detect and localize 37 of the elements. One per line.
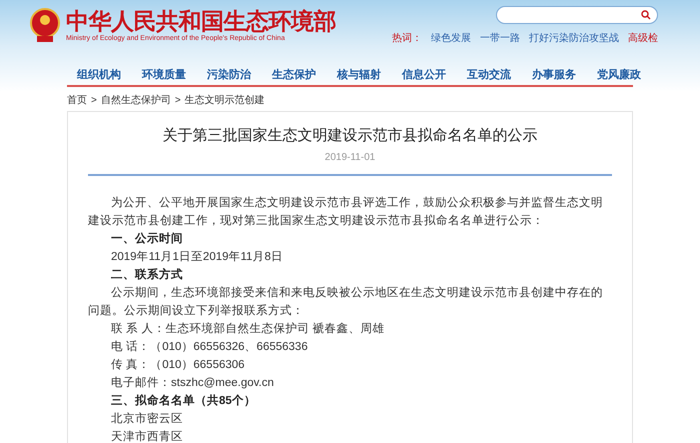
section-heading: 三、拟命名名单（共85个） bbox=[110, 393, 257, 409]
nav-link[interactable]: 信息公开 bbox=[402, 68, 446, 82]
article-paragraph: 联 系 人：生态环境部自然生态保护司 褫春鑫、周雄 bbox=[110, 321, 386, 337]
article-paragraph: 北京市密云区 bbox=[110, 411, 184, 427]
hot-word-link[interactable]: 绿色发展 bbox=[431, 33, 471, 45]
breadcrumb-link[interactable]: 首页 bbox=[67, 92, 87, 108]
breadcrumb-link[interactable]: 自然生态保护司 bbox=[100, 92, 171, 108]
nav-link[interactable]: 互动交流 bbox=[467, 68, 511, 82]
nav-link[interactable]: 核与辐射 bbox=[337, 68, 381, 82]
hot-words-label: 热词： bbox=[392, 33, 422, 45]
article-paragraph: 公示期间，生态环境部接受来信和来电反映被公示地区在生态文明建设示范市县创建中存在的问题。公示期间设立下列举报联系方式： bbox=[88, 285, 604, 319]
breadcrumb-separator: > bbox=[174, 94, 181, 108]
article-paragraph: 传 真：（010）66556306 bbox=[110, 358, 246, 373]
article-title: 关于第三批国家生态文明建设示范市县拟命名名单的公示 bbox=[162, 126, 538, 146]
search-field[interactable] bbox=[496, 6, 658, 24]
breadcrumb-separator: > bbox=[91, 94, 97, 108]
nav-link[interactable]: 污染防治 bbox=[207, 68, 251, 82]
section-heading: 二、联系方式 bbox=[110, 267, 184, 283]
advanced-search-link[interactable]: 高级检 bbox=[628, 33, 658, 45]
article-paragraph: 2019年11月1日至2019年11月8日 bbox=[110, 250, 284, 265]
nav-link[interactable]: 生态保护 bbox=[272, 68, 316, 82]
article-date: 2019-11-01 bbox=[324, 152, 376, 164]
breadcrumb-link[interactable]: 生态文明示范创建 bbox=[184, 92, 265, 108]
section-heading: 一、公示时间 bbox=[110, 231, 184, 247]
nav-link[interactable]: 党风廉政 bbox=[597, 68, 641, 82]
article-paragraph: 为公开、公平地开展国家生态文明建设示范市县评选工作，鼓励公众积极参与并监督生态文明建设示范市县创建工作，现对第三批国家生态文明建设示范市县拟命名名单进行公示： bbox=[88, 195, 604, 229]
article-paragraph: 天津市西青区 bbox=[110, 429, 184, 443]
emblem-icon bbox=[30, 6, 60, 44]
article-paragraph: 电 话：（010）66556326、66556336 bbox=[110, 340, 309, 355]
hot-word-link[interactable]: 打好污染防治攻坚战 bbox=[529, 33, 619, 45]
hot-word-link[interactable]: 一带一路 bbox=[480, 33, 520, 45]
site-title: 中华人民共和国生态环境部 bbox=[66, 8, 336, 34]
search-icon[interactable] bbox=[641, 10, 651, 20]
article-paragraph: 电子邮件：stszhc@mee.gov.cn bbox=[110, 376, 275, 391]
nav-link[interactable]: 组织机构 bbox=[77, 68, 121, 82]
nav-link[interactable]: 办事服务 bbox=[532, 68, 576, 82]
nav-link[interactable]: 环境质量 bbox=[142, 68, 186, 82]
